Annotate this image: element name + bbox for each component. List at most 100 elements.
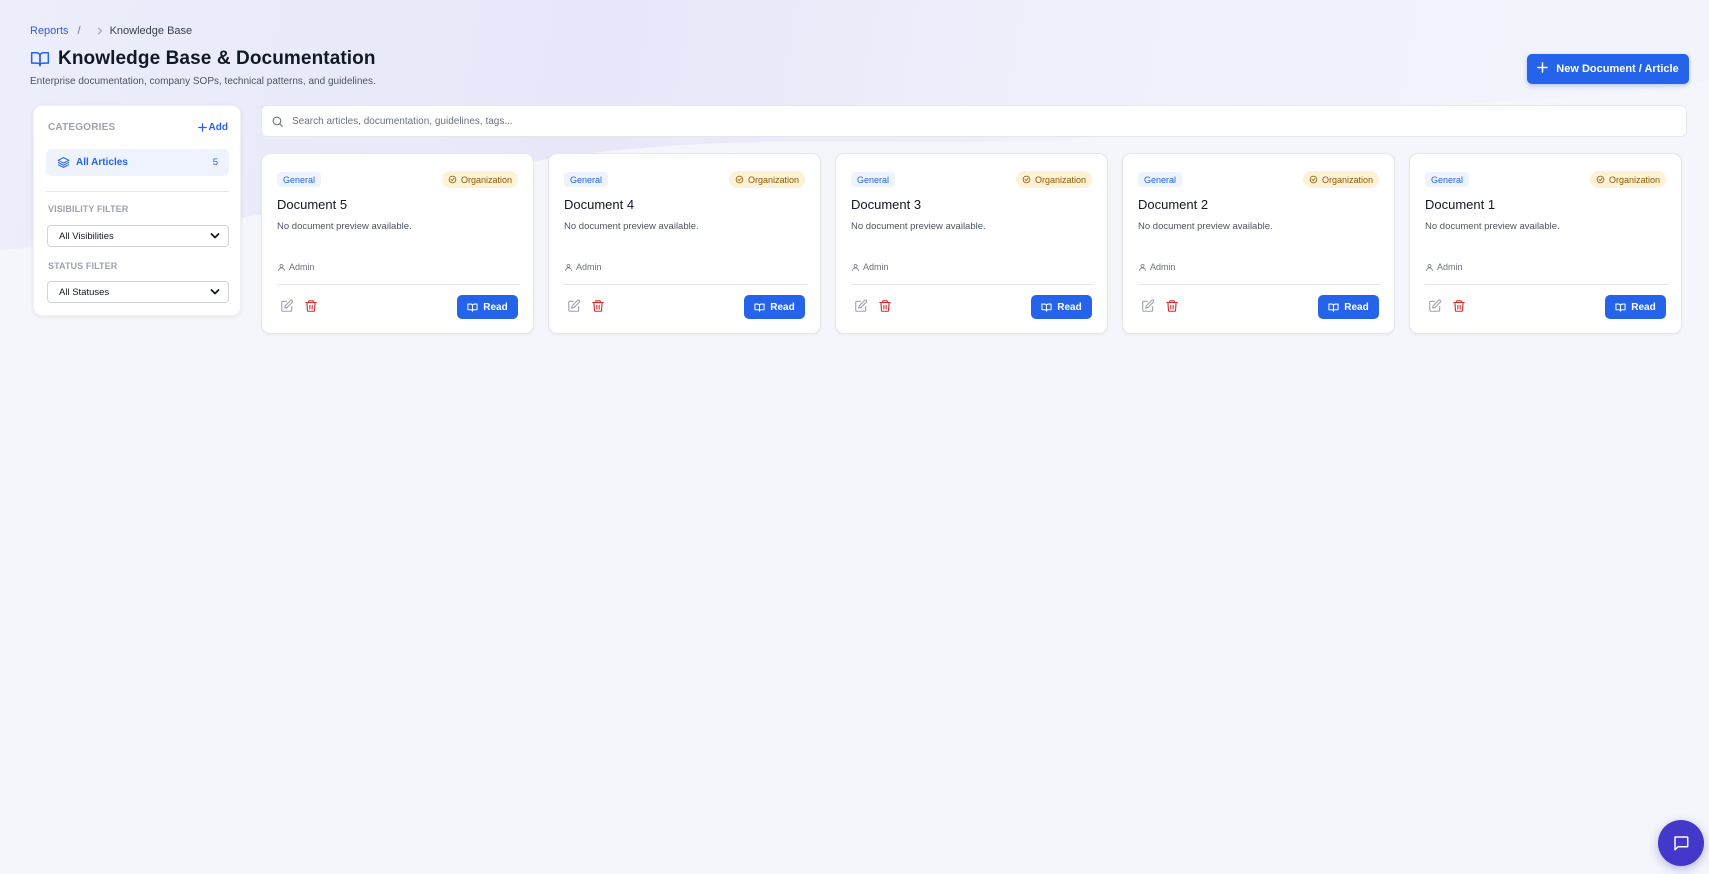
visibility-label: Organization bbox=[1034, 174, 1086, 185]
edit-icon[interactable] bbox=[1141, 299, 1155, 313]
category-tag: General bbox=[277, 172, 322, 187]
document-preview: No document preview available. bbox=[1138, 221, 1273, 232]
visibility-filter-value: All Visibilities bbox=[59, 230, 114, 242]
category-all-articles[interactable]: All Articles 5 bbox=[46, 149, 229, 176]
document-card[interactable]: General Organization Document 4 No docum… bbox=[548, 153, 821, 334]
document-title: Document 1 bbox=[1425, 197, 1496, 212]
read-button-label: Read bbox=[770, 301, 795, 313]
new-document-button-label: New Document / Article bbox=[1556, 63, 1679, 75]
card-divider bbox=[1425, 284, 1668, 285]
trash-icon[interactable] bbox=[878, 299, 892, 313]
search-input[interactable] bbox=[292, 115, 1672, 127]
visibility-label: Organization bbox=[747, 174, 799, 185]
visibility-badge: Organization bbox=[1015, 171, 1092, 188]
page-header: Knowledge Base & Documentation bbox=[30, 48, 376, 70]
breadcrumb-link-reports[interactable]: Reports bbox=[30, 25, 69, 37]
author-name: Admin bbox=[289, 262, 315, 272]
visibility-label: Organization bbox=[460, 174, 512, 185]
visibility-label: Organization bbox=[1608, 174, 1660, 185]
document-card[interactable]: General Organization Document 3 No docum… bbox=[835, 153, 1108, 334]
book-open-icon bbox=[467, 303, 478, 312]
document-author: Admin bbox=[277, 262, 315, 272]
visibility-label: Organization bbox=[1321, 174, 1373, 185]
category-tag: General bbox=[1425, 172, 1470, 187]
category-tag: General bbox=[564, 172, 609, 187]
edit-icon[interactable] bbox=[567, 299, 581, 313]
read-button[interactable]: Read bbox=[457, 295, 518, 319]
card-divider bbox=[851, 284, 1094, 285]
shield-check-icon bbox=[1309, 175, 1318, 184]
document-card[interactable]: General Organization Document 2 No docum… bbox=[1122, 153, 1395, 334]
page-subtitle: Enterprise documentation, company SOPs, … bbox=[30, 76, 376, 87]
page-title: Knowledge Base & Documentation bbox=[58, 48, 376, 69]
document-grid: General Organization Document 5 No docum… bbox=[261, 153, 1682, 334]
edit-icon[interactable] bbox=[854, 299, 868, 313]
category-count: 5 bbox=[212, 157, 218, 168]
user-icon bbox=[278, 263, 285, 271]
document-card[interactable]: General Organization Document 5 No docum… bbox=[261, 153, 534, 334]
author-name: Admin bbox=[1437, 262, 1463, 272]
shield-check-icon bbox=[1022, 175, 1031, 184]
visibility-badge: Organization bbox=[1302, 171, 1379, 188]
search-icon bbox=[271, 115, 284, 128]
document-preview: No document preview available. bbox=[851, 221, 986, 232]
author-name: Admin bbox=[576, 262, 602, 272]
document-author: Admin bbox=[851, 262, 889, 272]
book-open-icon bbox=[754, 303, 765, 312]
categories-title: CATEGORIES bbox=[48, 122, 116, 133]
document-card[interactable]: General Organization Document 1 No docum… bbox=[1409, 153, 1682, 334]
plus-icon bbox=[1537, 62, 1549, 76]
breadcrumb-current: Knowledge Base bbox=[109, 25, 193, 37]
trash-icon[interactable] bbox=[304, 299, 318, 313]
read-button[interactable]: Read bbox=[744, 295, 805, 319]
trash-icon[interactable] bbox=[591, 299, 605, 313]
edit-icon[interactable] bbox=[280, 299, 294, 313]
read-button[interactable]: Read bbox=[1605, 295, 1666, 319]
visibility-badge: Organization bbox=[1589, 171, 1666, 188]
book-open-icon bbox=[1328, 303, 1339, 312]
user-icon bbox=[852, 263, 859, 271]
user-icon bbox=[1139, 263, 1146, 271]
add-category-label: Add bbox=[208, 122, 228, 133]
read-button-label: Read bbox=[1057, 301, 1082, 313]
read-button-label: Read bbox=[483, 301, 508, 313]
new-document-button[interactable]: New Document / Article bbox=[1527, 54, 1689, 84]
edit-icon[interactable] bbox=[1428, 299, 1442, 313]
trash-icon[interactable] bbox=[1165, 299, 1179, 313]
chevron-down-icon bbox=[210, 289, 220, 295]
user-icon bbox=[565, 263, 572, 271]
document-preview: No document preview available. bbox=[564, 221, 699, 232]
visibility-filter-select[interactable]: All Visibilities bbox=[47, 225, 229, 247]
shield-check-icon bbox=[735, 175, 744, 184]
read-button[interactable]: Read bbox=[1318, 295, 1379, 319]
sidebar-divider bbox=[46, 191, 229, 192]
chevron-right-icon bbox=[96, 27, 104, 35]
shield-check-icon bbox=[1596, 175, 1605, 184]
document-author: Admin bbox=[1138, 262, 1176, 272]
visibility-badge: Organization bbox=[728, 171, 805, 188]
add-category-button[interactable]: Add bbox=[197, 122, 228, 133]
chat-button[interactable] bbox=[1658, 820, 1704, 866]
search-bar bbox=[261, 105, 1687, 137]
document-title: Document 4 bbox=[564, 197, 635, 212]
card-divider bbox=[1138, 284, 1381, 285]
category-tag: General bbox=[1138, 172, 1183, 187]
user-icon bbox=[1426, 263, 1433, 271]
document-title: Document 3 bbox=[851, 197, 922, 212]
read-button-label: Read bbox=[1344, 301, 1369, 313]
read-button[interactable]: Read bbox=[1031, 295, 1092, 319]
card-divider bbox=[564, 284, 807, 285]
document-title: Document 2 bbox=[1138, 197, 1209, 212]
category-tag: General bbox=[851, 172, 896, 187]
book-open-icon bbox=[1041, 303, 1052, 312]
visibility-filter-label: VISIBILITY FILTER bbox=[48, 204, 129, 214]
book-open-icon bbox=[30, 49, 50, 69]
document-author: Admin bbox=[1425, 262, 1463, 272]
category-label: All Articles bbox=[76, 157, 128, 168]
plus-icon bbox=[197, 123, 207, 132]
status-filter-select[interactable]: All Statuses bbox=[47, 281, 229, 303]
document-title: Document 5 bbox=[277, 197, 348, 212]
chevron-down-icon bbox=[210, 233, 220, 239]
read-button-label: Read bbox=[1631, 301, 1656, 313]
trash-icon[interactable] bbox=[1452, 299, 1466, 313]
